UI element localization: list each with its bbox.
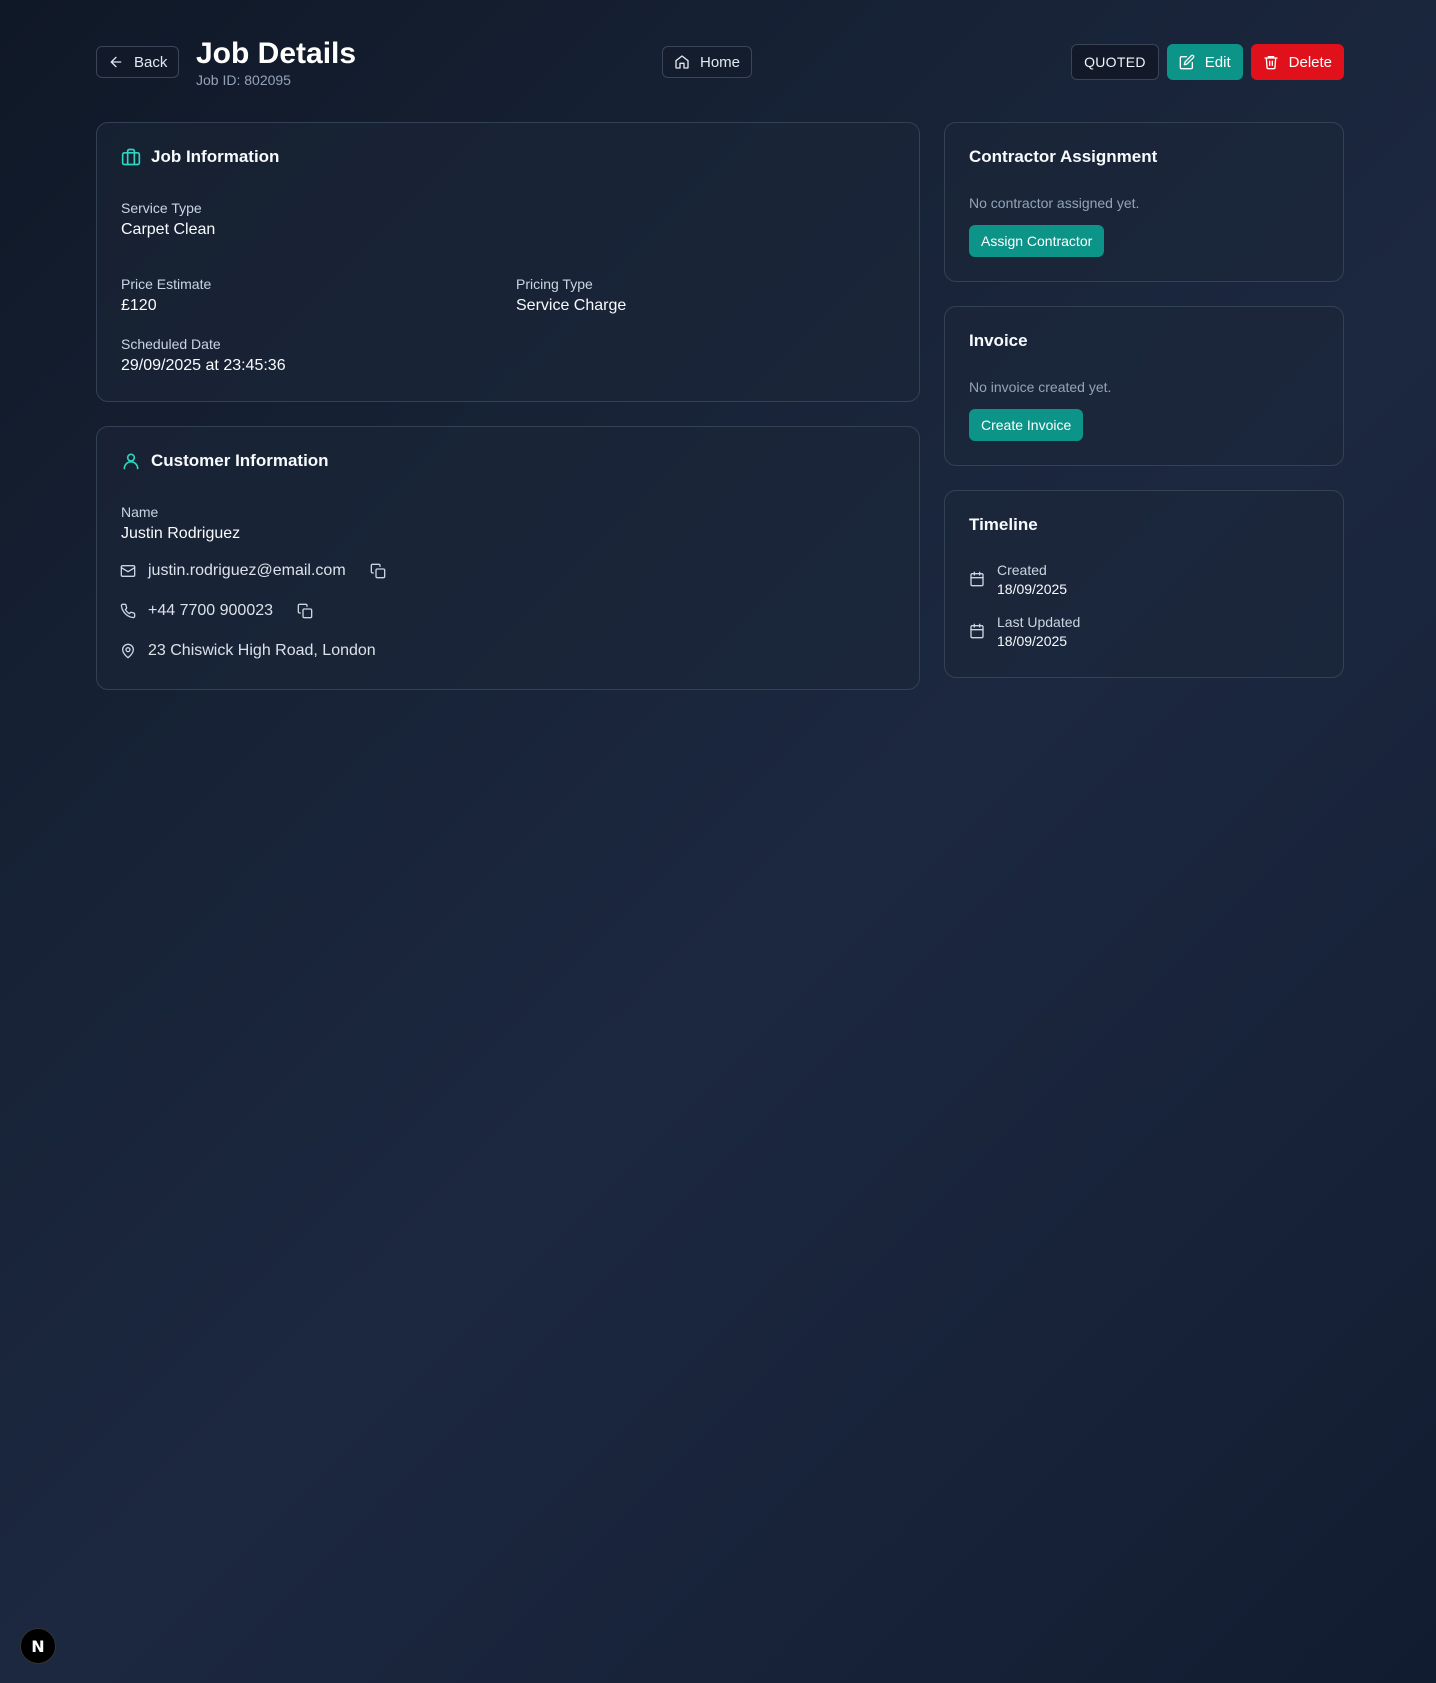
page-header: Back Job Details Job ID: 802095 Home QUO… [96, 36, 1344, 96]
header-actions: QUOTED Edit Delete [1071, 44, 1344, 80]
back-button-label: Back [134, 53, 168, 71]
calendar-icon [970, 571, 984, 587]
price-estimate-value: £120 [121, 297, 157, 314]
status-badge: QUOTED [1071, 44, 1159, 80]
home-button-label: Home [700, 53, 741, 71]
map-pin-icon [122, 643, 134, 659]
page-title: Job Details [196, 37, 357, 70]
job-information-heading: Job Information [121, 147, 279, 167]
job-information-title: Job Information [151, 147, 280, 166]
customer-information-title: Customer Information [151, 451, 329, 470]
copy-icon[interactable] [297, 603, 313, 619]
delete-button-label: Delete [1288, 53, 1332, 71]
customer-information-heading: Customer Information [121, 451, 329, 471]
title-block: Job Details Job ID: 802095 [196, 36, 356, 88]
timeline-card: Timeline Created 18/09/2025 Last Updated… [944, 490, 1344, 678]
service-type-field: Service Type Carpet Clean [121, 199, 215, 241]
price-estimate-field: Price Estimate £120 [121, 275, 211, 317]
pricing-type-value: Service Charge [516, 297, 627, 314]
customer-name-value: Justin Rodriguez [121, 525, 241, 542]
customer-phone[interactable]: +44 7700 900023 [148, 602, 273, 620]
timeline-created-label: Created [997, 562, 1047, 578]
job-id: Job ID: 802095 [196, 72, 291, 88]
pricing-type-label: Pricing Type [516, 276, 593, 292]
calendar-icon [970, 623, 984, 639]
timeline-title: Timeline [969, 515, 1038, 534]
create-invoice-button[interactable]: Create Invoice [969, 409, 1084, 441]
customer-phone-row: +44 7700 900023 [120, 602, 313, 620]
edit-button[interactable]: Edit [1166, 44, 1243, 80]
delete-button[interactable]: Delete [1250, 44, 1344, 80]
dev-tools-badge[interactable]: N [20, 1628, 56, 1664]
customer-address-row: 23 Chiswick High Road, London [120, 642, 376, 660]
scheduled-date-label: Scheduled Date [121, 336, 221, 352]
contractor-empty-text: No contractor assigned yet. [969, 195, 1140, 211]
customer-email-row: justin.rodriguez@email.com [120, 562, 386, 580]
contractor-assignment-card: Contractor Assignment No contractor assi… [944, 122, 1344, 282]
timeline-updated-row: Last Updated 18/09/2025 [969, 613, 1080, 651]
invoice-empty-text: No invoice created yet. [969, 379, 1112, 395]
user-icon [123, 453, 139, 470]
assign-contractor-button[interactable]: Assign Contractor [969, 225, 1105, 257]
price-estimate-label: Price Estimate [121, 276, 212, 292]
edit-button-label: Edit [1204, 53, 1231, 71]
mail-icon [120, 565, 136, 577]
copy-icon[interactable] [370, 563, 386, 579]
invoice-title: Invoice [969, 331, 1028, 350]
scheduled-date-field: Scheduled Date 29/09/2025 at 23:45:36 [121, 335, 286, 377]
job-information-card: Job Information Service Type Carpet Clea… [96, 122, 920, 402]
timeline-created-row: Created 18/09/2025 [969, 561, 1067, 599]
customer-name-field: Name Justin Rodriguez [121, 503, 240, 545]
pricing-type-field: Pricing Type Service Charge [516, 275, 626, 317]
briefcase-icon [121, 148, 141, 166]
customer-name-label: Name [121, 504, 159, 520]
edit-icon [1179, 54, 1195, 70]
trash-icon [1263, 56, 1278, 70]
invoice-card: Invoice No invoice created yet. Create I… [944, 306, 1344, 466]
timeline-updated-value: 18/09/2025 [997, 633, 1068, 649]
back-button[interactable]: Back [96, 46, 180, 78]
service-type-value: Carpet Clean [121, 221, 216, 238]
customer-email[interactable]: justin.rodriguez@email.com [148, 562, 346, 580]
phone-icon [120, 603, 136, 619]
arrow-left-icon [110, 56, 122, 68]
service-type-label: Service Type [121, 200, 202, 216]
home-button[interactable]: Home [662, 46, 753, 78]
customer-address: 23 Chiswick High Road, London [148, 642, 376, 659]
scheduled-date-value: 29/09/2025 at 23:45:36 [121, 357, 286, 374]
home-icon [675, 55, 689, 69]
timeline-created-value: 18/09/2025 [997, 581, 1068, 597]
contractor-assignment-title: Contractor Assignment [969, 147, 1158, 166]
timeline-updated-label: Last Updated [997, 614, 1081, 630]
